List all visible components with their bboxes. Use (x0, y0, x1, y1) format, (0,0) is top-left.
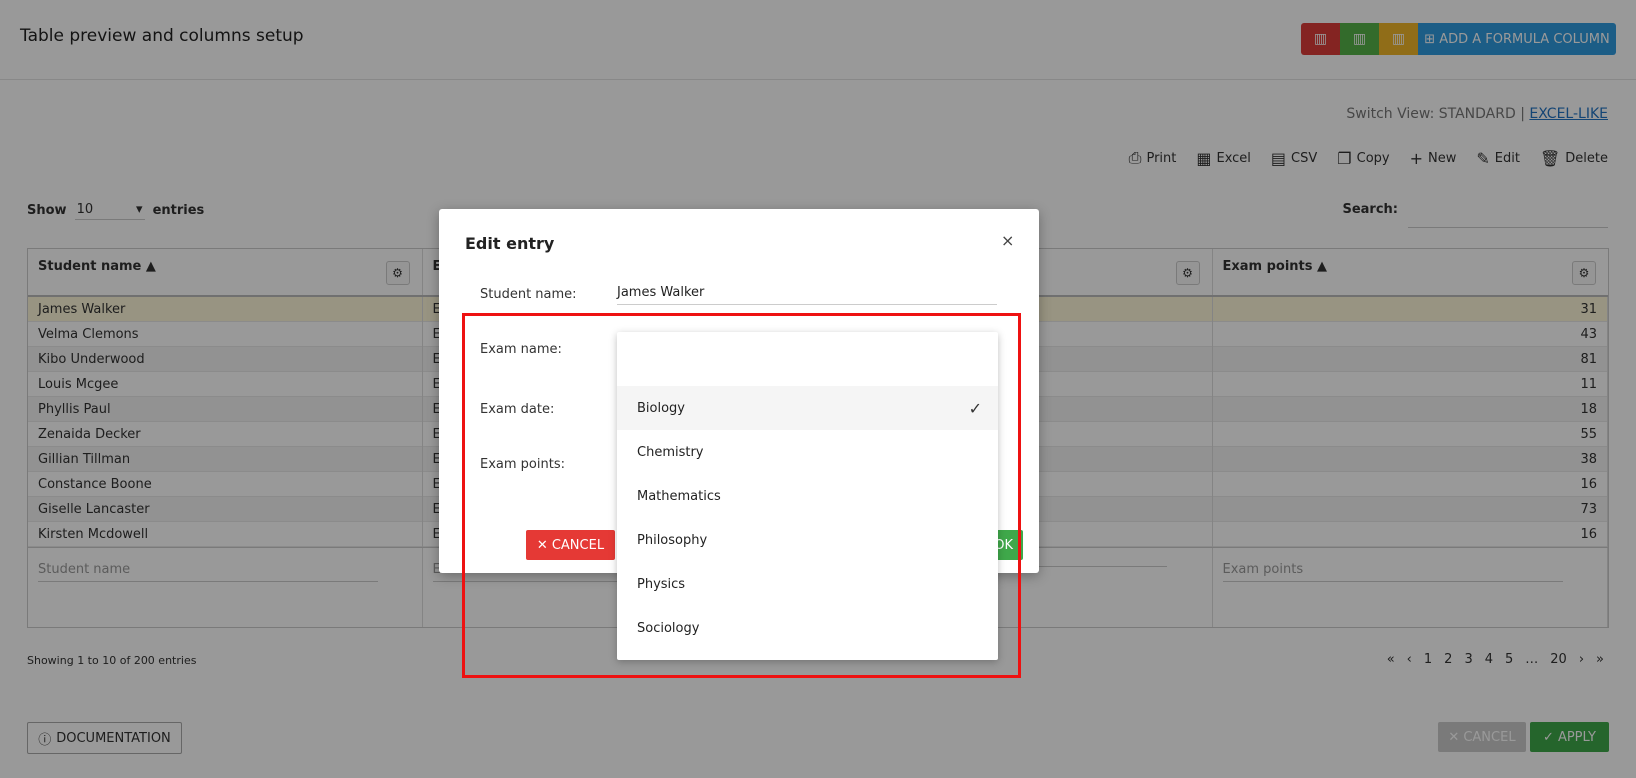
highlight-box (462, 313, 1021, 678)
close-icon[interactable]: × (1001, 231, 1014, 250)
dialog-title: Edit entry (465, 234, 555, 253)
student-name-field[interactable]: James Walker (617, 285, 997, 305)
student-name-label: Student name: (480, 287, 577, 302)
